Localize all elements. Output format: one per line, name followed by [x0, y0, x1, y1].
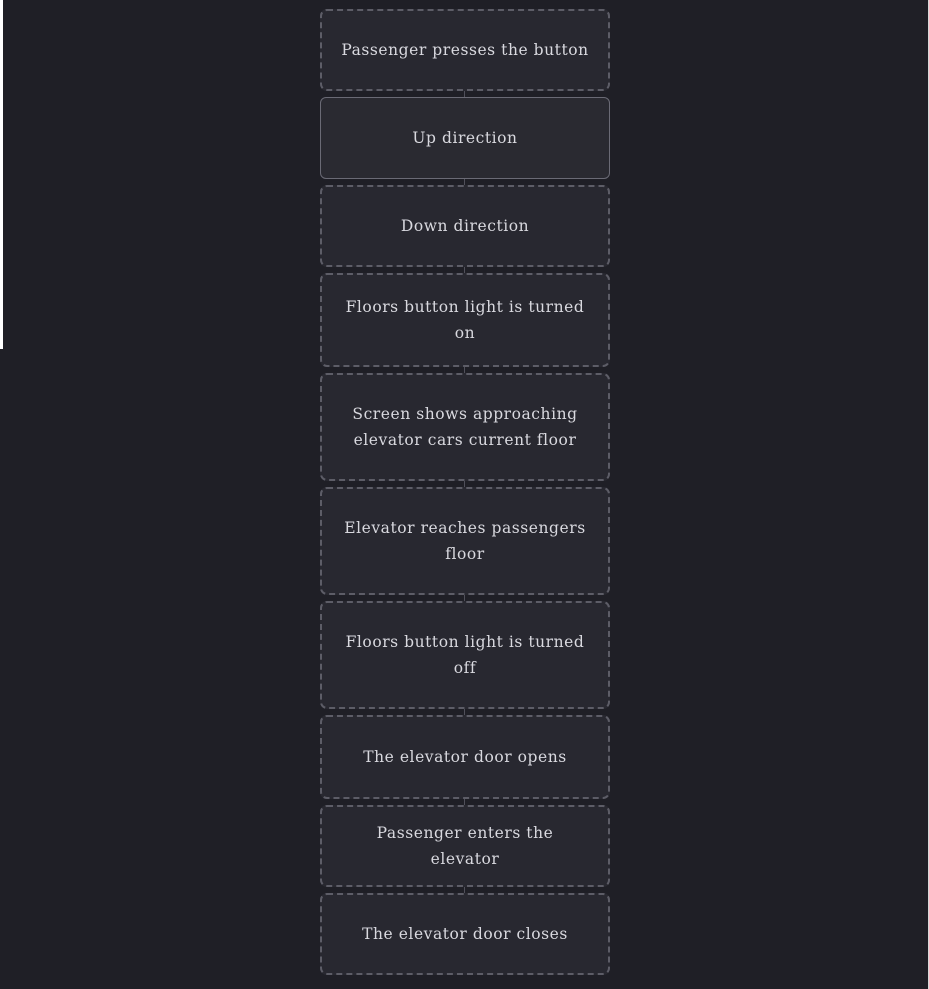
flow-step-floors-light-off[interactable]: Floors button light is turned off [320, 601, 610, 709]
flow-step-floors-light-on[interactable]: Floors button light is turned on [320, 273, 610, 367]
left-edge-strip [0, 0, 3, 349]
flow-step-up-direction[interactable]: Up direction [320, 97, 610, 179]
flow-step-passenger-presses-button[interactable]: Passenger presses the button [320, 9, 610, 91]
flow-step-label: Screen shows approaching elevator cars c… [352, 405, 578, 449]
flow-step-elevator-reaches-floor[interactable]: Elevator reaches passengers floor [320, 487, 610, 595]
flow-step-label: Elevator reaches passengers floor [344, 519, 586, 563]
flow-step-label: Passenger presses the button [341, 41, 589, 59]
flow-step-door-opens[interactable]: The elevator door opens [320, 715, 610, 799]
flow-step-label: Passenger enters the elevator [376, 824, 554, 868]
flow-step-label: The elevator door closes [362, 925, 568, 943]
flow-step-label: Up direction [412, 129, 518, 147]
flow-step-passenger-enters[interactable]: Passenger enters the elevator [320, 805, 610, 887]
flow-step-label: Floors button light is turned on [345, 298, 585, 342]
flow-step-screen-shows-floor[interactable]: Screen shows approaching elevator cars c… [320, 373, 610, 481]
flow-step-label: Floors button light is turned off [345, 633, 585, 677]
flow-step-down-direction[interactable]: Down direction [320, 185, 610, 267]
flow-step-label: Down direction [400, 217, 530, 235]
flow-step-door-closes[interactable]: The elevator door closes [320, 893, 610, 975]
flow-step-label: The elevator door opens [363, 748, 567, 766]
